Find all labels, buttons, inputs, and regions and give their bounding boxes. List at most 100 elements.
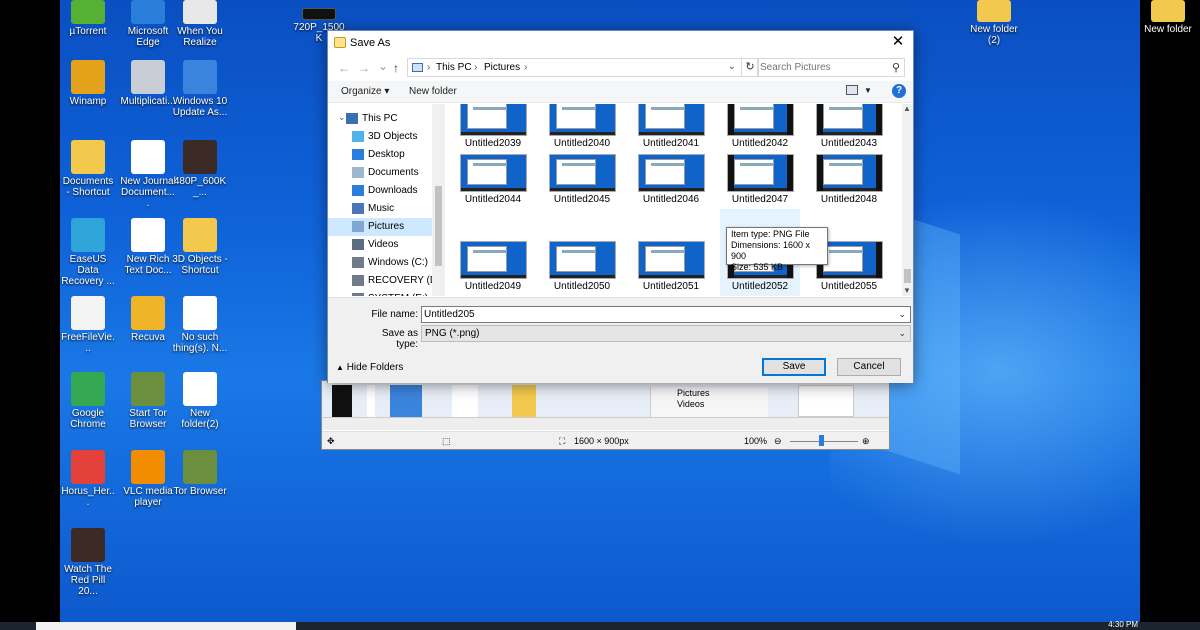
desktop-icon-video-480p[interactable]: 480P_600K_...: [172, 140, 228, 198]
desktop-icon-label: New Rich Text Doc...: [124, 254, 172, 276]
paint-horizontal-scrollbar[interactable]: [322, 417, 889, 430]
desktop-icon-documents-shortcut[interactable]: Documents - Shortcut: [60, 140, 116, 198]
desktop-icon-freefileview[interactable]: FreeFileVie...: [60, 296, 116, 354]
nav-item-videos[interactable]: Videos: [328, 236, 432, 254]
nav-item-downloads[interactable]: Downloads: [328, 182, 432, 200]
taskbar-clock[interactable]: 4:30 PM: [1108, 620, 1138, 629]
desktop-icon: [352, 149, 364, 160]
desktop-icon-tor-browser[interactable]: Tor Browser: [172, 450, 228, 497]
scroll-up-icon[interactable]: ▲: [903, 104, 911, 113]
desktop-icon-3d-objects-shortcut[interactable]: 3D Objects - Shortcut: [172, 218, 228, 276]
organize-button[interactable]: Organize ▾: [341, 86, 389, 97]
file-thumbnail[interactable]: Untitled2040: [542, 104, 622, 154]
close-button[interactable]: ✕: [889, 33, 907, 51]
breadcrumb-pictures[interactable]: Pictures: [484, 62, 520, 73]
image-preview-icon: [637, 104, 705, 136]
nav-item-desktop[interactable]: Desktop: [328, 146, 432, 164]
tooltip-size: Size: 535 KB: [731, 262, 784, 272]
desktop-icon-watch-red-pill[interactable]: Watch The Red Pill 20...: [60, 528, 116, 597]
file-thumbnail[interactable]: Untitled2049: [453, 241, 533, 296]
file-thumbnail[interactable]: Untitled2044: [453, 154, 533, 210]
chevron-down-icon[interactable]: ⌄: [898, 309, 906, 320]
desktop-icon-when-you-realize[interactable]: When You Realize: [172, 0, 228, 48]
nav-item-documents[interactable]: Documents: [328, 164, 432, 182]
save-as-type-select[interactable]: PNG (*.png) ⌄: [421, 325, 911, 342]
file-name-combobox[interactable]: ⌄: [421, 306, 911, 323]
desktop-icon-vlc[interactable]: VLC media player: [120, 450, 176, 508]
up-button[interactable]: ↑: [393, 61, 399, 75]
taskbar-search[interactable]: [36, 622, 296, 630]
desktop-icon-utorrent[interactable]: µTorrent: [60, 0, 116, 37]
desktop-icon-microsoft-edge[interactable]: Microsoft Edge: [120, 0, 176, 48]
address-dropdown-icon[interactable]: ⌄: [728, 61, 736, 72]
chevron-down-icon[interactable]: ⌄: [898, 328, 906, 339]
cancel-button[interactable]: Cancel: [837, 358, 901, 376]
save-button[interactable]: Save: [762, 358, 826, 376]
dialog-titlebar[interactable]: Save As ✕: [328, 31, 913, 55]
desktop-icon-google-chrome[interactable]: Google Chrome: [60, 372, 116, 430]
desktop-icon-new-folder-2-file[interactable]: New folder(2): [172, 372, 228, 430]
file-name-input[interactable]: [424, 308, 884, 321]
desktop-icon-winamp[interactable]: Winamp: [60, 60, 116, 107]
nav-item-label: 3D Objects: [368, 131, 418, 142]
nav-item-pictures[interactable]: Pictures: [328, 218, 432, 236]
recent-locations-dropdown[interactable]: ⌄: [378, 59, 388, 73]
nav-item-3d-objects[interactable]: 3D Objects: [328, 128, 432, 146]
search-icon[interactable]: ⚲: [892, 61, 900, 74]
file-thumbnail[interactable]: Untitled2046: [631, 154, 711, 210]
freefileview-icon: [71, 296, 105, 330]
desktop-icon-windows-10-update[interactable]: Windows 10 Update As...: [172, 60, 228, 118]
nav-item-this-pc[interactable]: ⌄ This PC: [328, 110, 432, 128]
search-box[interactable]: ⚲: [757, 58, 905, 77]
desktop-icon-start-tor-browser[interactable]: Start Tor Browser: [120, 372, 176, 430]
scrollbar-thumb[interactable]: [904, 269, 911, 283]
nav-item-music[interactable]: Music: [328, 200, 432, 218]
scroll-down-icon[interactable]: ▼: [903, 286, 911, 295]
file-thumbnail[interactable]: Untitled2041: [631, 104, 711, 154]
desktop-icon-horus-her[interactable]: Horus_Her...: [60, 450, 116, 508]
desktop-icon-new-folder-2[interactable]: New folder (2): [966, 0, 1022, 46]
desktop-icon-multiplication[interactable]: Multiplicati...: [120, 60, 176, 107]
tor-browser-icon: [183, 450, 217, 484]
new-folder-button[interactable]: New folder: [409, 86, 457, 97]
utorrent-icon: [71, 0, 105, 24]
address-bar[interactable]: › This PC › Pictures › ⌄ ↻: [407, 58, 759, 77]
nav-item-system-e[interactable]: SYSTEM (E:): [328, 290, 432, 296]
back-button[interactable]: ←: [338, 61, 350, 75]
hide-folders-label: Hide Folders: [346, 362, 404, 373]
scrollbar-thumb[interactable]: [435, 186, 442, 266]
zoom-slider-track[interactable]: [790, 441, 858, 442]
nav-item-windows-c[interactable]: Windows (C:): [328, 254, 432, 272]
hide-folders-toggle[interactable]: ▲ Hide Folders: [336, 362, 403, 373]
desktop-icon-easeus[interactable]: EaseUS Data Recovery ...: [60, 218, 116, 287]
nav-item-recovery-d[interactable]: RECOVERY (D:): [328, 272, 443, 290]
file-thumbnail[interactable]: Untitled2047: [720, 154, 800, 210]
breadcrumb-this-pc[interactable]: This PC: [436, 62, 472, 73]
file-thumbnail[interactable]: Untitled2048: [809, 154, 889, 210]
search-input[interactable]: [760, 60, 880, 75]
file-thumbnail[interactable]: Untitled2051: [631, 241, 711, 296]
desktop-icon-new-folder[interactable]: New folder: [1140, 0, 1196, 35]
file-thumbnail[interactable]: Untitled2043: [809, 104, 889, 154]
desktop-icon-new-rich-text[interactable]: New Rich Text Doc...: [120, 218, 176, 276]
zoom-slider-thumb[interactable]: [819, 435, 824, 446]
desktop-icon-new-journal[interactable]: New Journal Document....: [120, 140, 176, 209]
desktop-icon-label: Winamp: [69, 96, 107, 107]
file-thumbnail[interactable]: Untitled2050: [542, 241, 622, 296]
zoom-out-icon[interactable]: ⊖: [774, 436, 782, 447]
file-thumbnail[interactable]: Untitled2045: [542, 154, 622, 210]
file-thumbnail[interactable]: Untitled2039: [453, 104, 533, 154]
desktop-icon-recuva[interactable]: Recuva: [120, 296, 176, 343]
view-options-dropdown-icon[interactable]: ▼: [864, 86, 872, 95]
file-list-scrollbar[interactable]: ▲ ▼: [902, 104, 913, 296]
zoom-in-icon[interactable]: ⊕: [862, 436, 870, 447]
desktop-icon-no-such-thing[interactable]: No such thing(s). N...: [172, 296, 228, 354]
forward-button[interactable]: →: [358, 61, 370, 75]
paint-canvas[interactable]: Pictures Videos: [322, 381, 889, 417]
navigation-pane-scrollbar[interactable]: [432, 104, 445, 296]
file-thumbnail[interactable]: Untitled2042: [720, 104, 800, 154]
change-view-icon[interactable]: [846, 85, 858, 95]
help-button[interactable]: ?: [892, 84, 906, 98]
nav-item-label: Pictures: [368, 221, 405, 232]
expand-icon[interactable]: ⌄: [338, 112, 346, 123]
